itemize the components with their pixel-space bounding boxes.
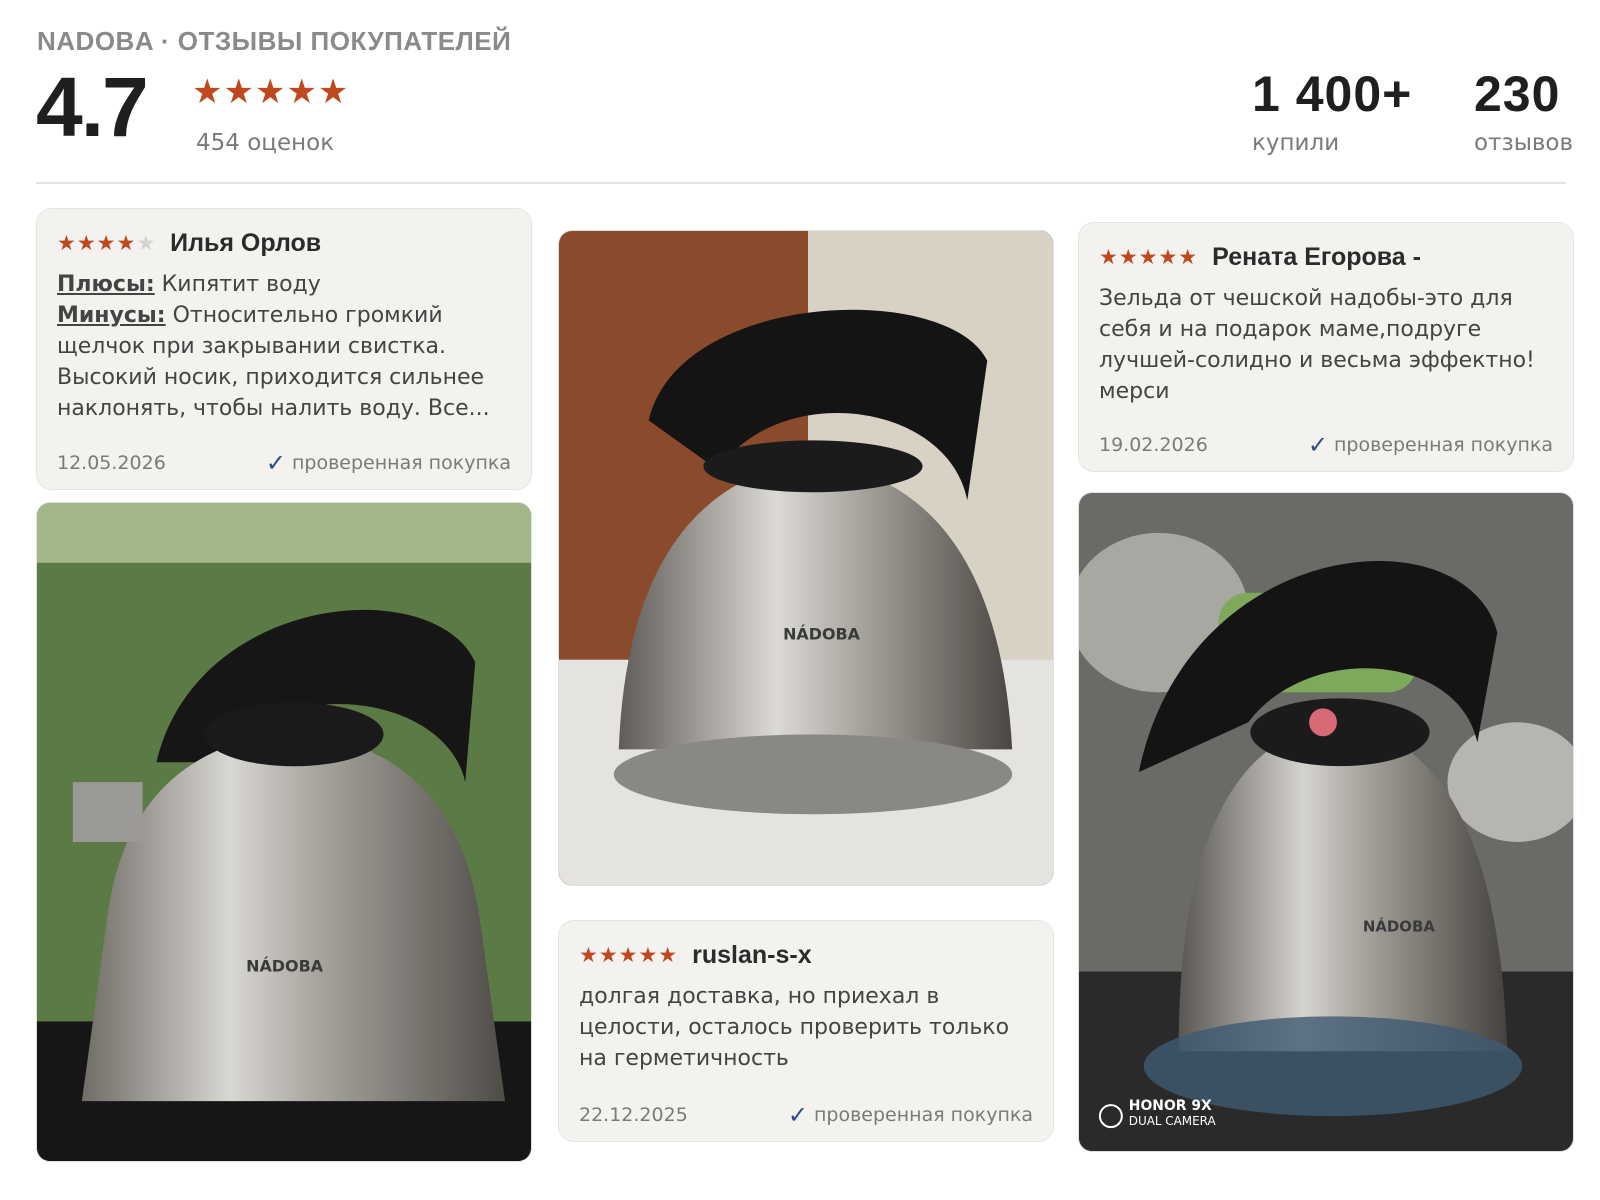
star-icon: ★★★★★ bbox=[1099, 245, 1199, 269]
review-date: 12.05.2026 bbox=[57, 452, 166, 474]
bought-value: 1 400+ bbox=[1252, 66, 1413, 122]
pros-text: Кипятит воду bbox=[154, 272, 321, 297]
review-author: Рената Егорова - bbox=[1212, 242, 1421, 271]
verified-badge: ✓ проверенная покупка bbox=[787, 1101, 1033, 1129]
review-photo-3[interactable]: NÁDOBA HONOR 9X DUAL CAMERA bbox=[1078, 492, 1574, 1152]
review-author: Илья Орлов bbox=[170, 228, 322, 257]
reviews-label: отзывов bbox=[1474, 130, 1574, 156]
check-icon: ✓ bbox=[1307, 431, 1328, 459]
verified-badge: ✓ проверенная покупка bbox=[1307, 431, 1553, 459]
review-card-ilya[interactable]: ★★★★★ Илья Орлов Плюсы: Кипятит воду Мин… bbox=[36, 208, 532, 490]
kettle-logo: NÁDOBA bbox=[1363, 918, 1436, 936]
review-card-renata[interactable]: ★★★★★ Рената Егорова - Зельда от чешской… bbox=[1078, 222, 1574, 472]
brand-title: NADOBA · ОТЗЫВЫ ПОКУПАТЕЛЕЙ bbox=[37, 26, 512, 56]
star-icon: ★★★★★ bbox=[57, 231, 157, 255]
bought-stat: 1 400+ купили bbox=[1252, 64, 1412, 156]
review-text: Плюсы: Кипятит воду Минусы: Относительно… bbox=[57, 269, 511, 424]
review-card-ruslan[interactable]: ★★★★★ ruslan-s-x долгая доставка, но при… bbox=[558, 920, 1054, 1142]
camera-watermark-sub: DUAL CAMERA bbox=[1129, 1114, 1217, 1128]
review-date: 22.12.2025 bbox=[579, 1104, 688, 1126]
review-date: 19.02.2026 bbox=[1099, 434, 1208, 456]
bought-label: купили bbox=[1252, 130, 1340, 156]
verified-badge: ✓ проверенная покупка bbox=[265, 449, 511, 477]
kettle-logo: NÁDOBA bbox=[246, 957, 324, 976]
camera-watermark: HONOR 9X bbox=[1129, 1098, 1212, 1114]
review-photo-1[interactable]: NÁDOBA bbox=[36, 502, 532, 1162]
review-text: Зельда от чешской надобы-это для себя и … bbox=[1099, 286, 1535, 404]
review-photo-2[interactable]: NÁDOBA bbox=[558, 230, 1054, 886]
check-icon: ✓ bbox=[265, 449, 286, 477]
kettle-logo: NÁDOBA bbox=[783, 625, 861, 644]
pros-label: Плюсы: bbox=[57, 272, 155, 297]
cons-label: Минусы: bbox=[57, 303, 166, 328]
star-icon: ★★★★★ bbox=[579, 943, 679, 967]
check-icon: ✓ bbox=[787, 1101, 808, 1129]
average-rating: 4.7 bbox=[36, 60, 149, 154]
reviews-value: 230 bbox=[1474, 66, 1561, 122]
header-divider bbox=[36, 182, 1566, 184]
review-author: ruslan-s-x bbox=[692, 940, 812, 969]
reviews-stat: 230 отзывов bbox=[1474, 64, 1573, 156]
rating-stars: ★★★★★ bbox=[192, 72, 350, 112]
review-text: долгая доставка, но приехал в целости, о… bbox=[579, 984, 1010, 1071]
ratings-count: 454 оценок bbox=[196, 130, 335, 156]
